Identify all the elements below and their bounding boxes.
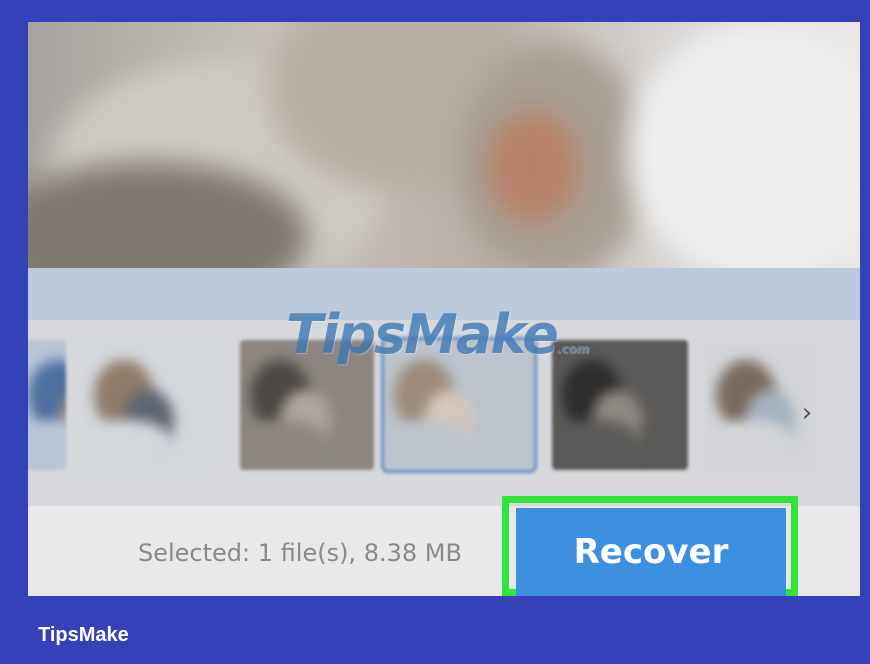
caption-brand: TipsMake xyxy=(38,624,129,646)
selection-status: Selected: 1 file(s), 8.38 MB xyxy=(138,539,462,567)
thumbnail-blur-shape xyxy=(28,420,66,470)
image-frame: › TipsMake.com Selected: 1 file(s), 8.38… xyxy=(0,0,870,664)
thumbnail-blur-shape xyxy=(552,420,642,470)
photo-preview xyxy=(28,22,860,268)
watermark-suffix: .com xyxy=(556,342,590,356)
thumbnail-blur-shape xyxy=(706,420,796,470)
chevron-right-icon[interactable]: › xyxy=(796,398,818,428)
thumbnail-blur-shape xyxy=(84,420,174,470)
recover-button[interactable]: Recover xyxy=(516,508,786,596)
thumbnail-1[interactable] xyxy=(28,340,66,470)
watermark-logo: TipsMake.com xyxy=(286,300,616,370)
preview-blur-shape xyxy=(488,112,578,222)
thumbnail-2[interactable] xyxy=(84,340,218,470)
thumbnail-blur-shape xyxy=(240,420,330,470)
watermark-text: TipsMake xyxy=(286,303,559,366)
thumbnail-blur-shape xyxy=(384,420,474,470)
preview-blur-shape xyxy=(628,22,860,268)
